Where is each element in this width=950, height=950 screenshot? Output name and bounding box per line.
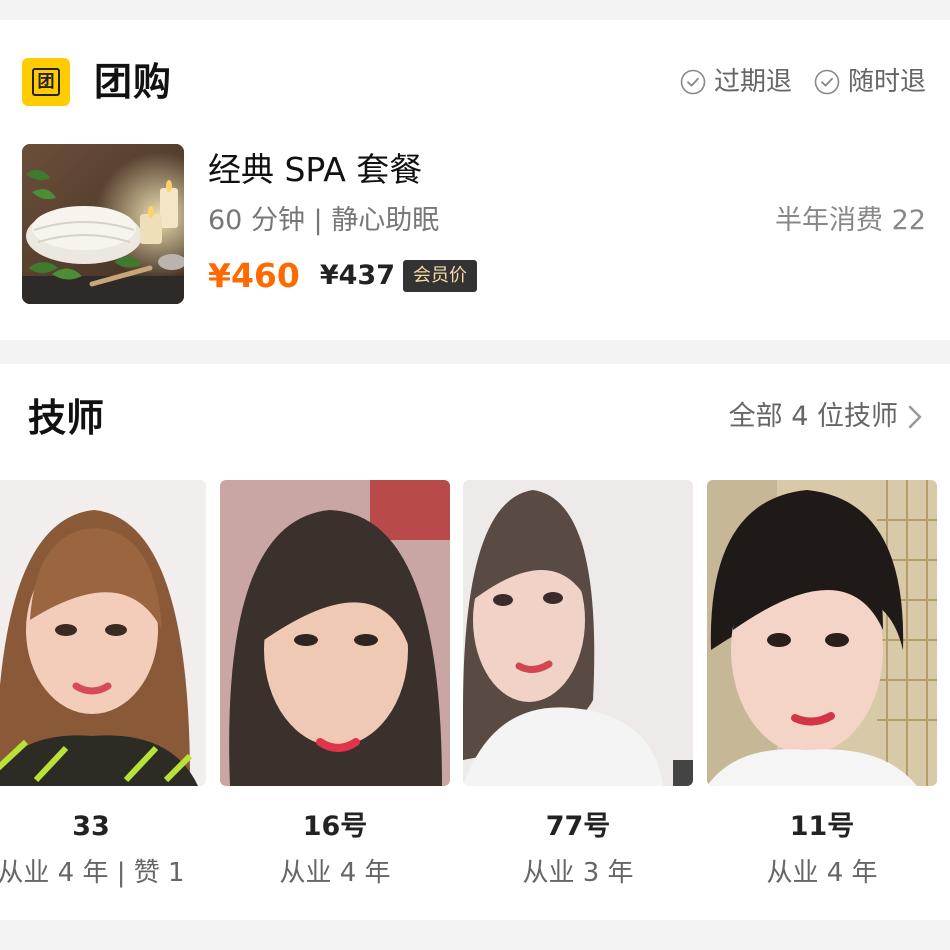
technician-card[interactable]: 33 从业 4 年 | 赞 1: [0, 480, 206, 900]
check-circle-icon: [814, 69, 840, 95]
technician-experience: 从业 4 年: [279, 858, 391, 888]
all-technicians-label: 全部 4 位技师: [728, 401, 898, 432]
member-price: ¥437: [319, 260, 396, 291]
technician-card[interactable]: 11号 从业 4 年: [707, 480, 937, 900]
check-circle-icon: [680, 69, 706, 95]
group-buy-title: 团购: [94, 60, 173, 104]
technicians-card: 技师 全部 4 位技师 33 从业 4 年 | 赞 1 16号 从业 4 年 7…: [0, 364, 950, 920]
all-technicians-link[interactable]: 全部 4 位技师: [729, 398, 924, 436]
technician-experience: 从业 4 年: [766, 858, 878, 888]
product-meta: 60 分钟 | 静心助眠: [208, 205, 440, 236]
product-sales-count: 半年消费 22: [775, 205, 926, 236]
technician-experience: 从业 4 年 | 赞 1: [0, 858, 185, 888]
group-buy-card: 团 团购 过期退 随时退 经典 SPA 套餐 60 分钟 | 静心助眠 半年消费…: [0, 20, 950, 340]
technicians-title: 技师: [28, 396, 105, 440]
product-price: ¥460: [208, 256, 300, 295]
guarantee-label: 过期退: [713, 67, 792, 97]
technician-number: 16号: [302, 811, 368, 842]
technician-photo[interactable]: [220, 480, 450, 786]
technician-photo[interactable]: [707, 480, 937, 786]
technician-card[interactable]: 16号 从业 4 年: [220, 480, 450, 900]
group-buy-logo-icon: 团: [22, 58, 70, 106]
guarantee-expired-refund: 过期退: [680, 64, 792, 100]
price-row: ¥460 ¥437 会员价: [208, 254, 478, 298]
technician-photo[interactable]: [0, 480, 206, 786]
guarantee-anytime-refund: 随时退: [814, 64, 926, 100]
technician-experience: 从业 3 年: [522, 858, 634, 888]
group-buy-logo-char: 团: [32, 68, 60, 96]
technician-number: 33: [72, 811, 110, 842]
chevron-right-icon: [908, 405, 922, 429]
technician-card[interactable]: 77号 从业 3 年: [463, 480, 693, 900]
guarantee-label: 随时退: [847, 67, 926, 97]
guarantee-list: 过期退 随时退: [680, 64, 926, 100]
technician-number: 77号: [545, 811, 611, 842]
technician-number: 11号: [789, 811, 855, 842]
technician-photo[interactable]: [463, 480, 693, 786]
product-name[interactable]: 经典 SPA 套餐: [208, 148, 422, 192]
member-price-badge: 会员价: [403, 260, 478, 292]
product-image[interactable]: [22, 144, 184, 304]
